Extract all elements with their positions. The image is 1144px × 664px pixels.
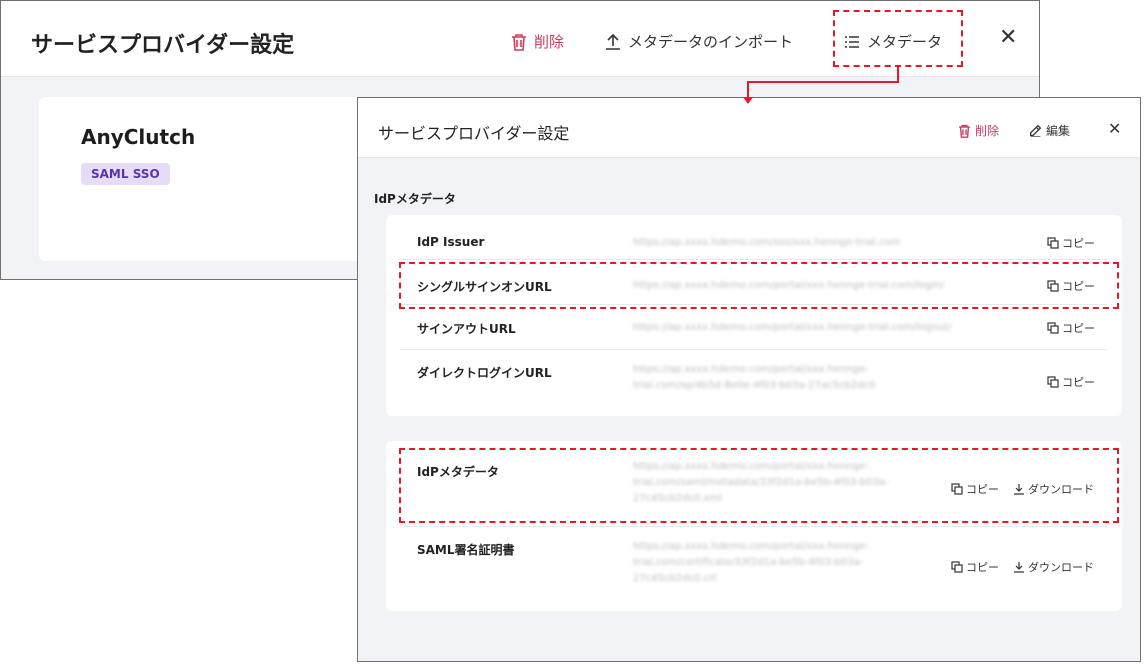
saml-sso-badge: SAML SSO xyxy=(81,163,170,185)
idp-issuer-value: https://ap.xxxx.hdemo.com/sso/xxx.hennge… xyxy=(633,237,901,248)
callout-arrow xyxy=(743,66,899,104)
close-icon[interactable]: ✕ xyxy=(999,27,1017,49)
idp-issuer-label: IdP Issuer xyxy=(417,235,485,249)
list-item: ダイレクトログインURL https://ap.xxxx.hdemo.com/p… xyxy=(401,350,1107,416)
front-delete-button[interactable]: 削除 xyxy=(958,122,999,139)
edit-icon xyxy=(1029,124,1042,137)
copy-label: コピー xyxy=(966,561,999,574)
copy-label: コピー xyxy=(1062,322,1095,335)
copy-icon xyxy=(1047,376,1059,388)
list-item: IdP Issuer https://ap.xxxx.hdemo.com/sso… xyxy=(401,215,1107,260)
delete-button[interactable]: 削除 xyxy=(511,31,564,52)
close-icon[interactable]: ✕ xyxy=(1108,119,1121,138)
edit-label: 編集 xyxy=(1046,124,1071,138)
front-panel-header: サービスプロバイダー設定 削除 編集 ✕ xyxy=(358,98,1140,158)
copy-icon xyxy=(1047,322,1059,334)
list-item: SAML署名証明書 https://ap.xxxx.hdemo.com/port… xyxy=(401,527,1107,611)
front-delete-label: 削除 xyxy=(975,124,1000,138)
sso-url-highlight xyxy=(399,262,1119,309)
trash-icon xyxy=(511,33,527,51)
back-panel-title: サービスプロバイダー設定 xyxy=(31,33,295,58)
copy-label: コピー xyxy=(1062,237,1095,250)
copy-button[interactable]: コピー xyxy=(1047,235,1095,251)
idp-metadata-highlight xyxy=(399,448,1119,523)
import-metadata-button[interactable]: メタデータのインポート xyxy=(605,31,793,52)
metadata-button-highlight xyxy=(833,10,963,67)
front-panel-title: サービスプロバイダー設定 xyxy=(378,124,570,143)
copy-button[interactable]: コピー xyxy=(1047,374,1095,390)
import-metadata-label: メタデータのインポート xyxy=(628,33,794,51)
copy-button[interactable]: コピー xyxy=(951,559,999,575)
signout-url-label: サインアウトURL xyxy=(417,322,516,336)
idp-url-card: IdP Issuer https://ap.xxxx.hdemo.com/sso… xyxy=(386,215,1122,416)
download-icon xyxy=(1013,561,1025,573)
download-label: ダウンロード xyxy=(1028,561,1094,574)
idp-metadata-section-title: IdPメタデータ xyxy=(374,192,456,206)
copy-icon xyxy=(1047,237,1059,249)
download-button[interactable]: ダウンロード xyxy=(1013,559,1094,575)
front-service-provider-panel: サービスプロバイダー設定 削除 編集 ✕ IdPメタデータ IdP Issuer… xyxy=(357,97,1141,662)
app-name: AnyClutch xyxy=(81,125,196,149)
trash-icon xyxy=(958,124,971,138)
delete-label: 削除 xyxy=(534,33,565,51)
saml-cert-label: SAML署名証明書 xyxy=(417,543,515,557)
copy-icon xyxy=(951,561,963,573)
edit-button[interactable]: 編集 xyxy=(1029,122,1070,139)
upload-icon xyxy=(605,33,621,51)
signout-url-value: https://ap.xxxx.hdemo.com/portal/xxx.hen… xyxy=(633,322,952,333)
copy-button[interactable]: コピー xyxy=(1047,320,1095,336)
copy-label: コピー xyxy=(1062,376,1095,389)
list-item: サインアウトURL https://ap.xxxx.hdemo.com/port… xyxy=(401,305,1107,350)
saml-cert-value: https://ap.xxxx.hdemo.com/portal/xxx.hen… xyxy=(633,541,869,584)
direct-login-url-label: ダイレクトログインURL xyxy=(417,366,552,380)
direct-login-url-value: https://ap.xxxx.hdemo.com/portal/xxx.hen… xyxy=(633,364,876,391)
